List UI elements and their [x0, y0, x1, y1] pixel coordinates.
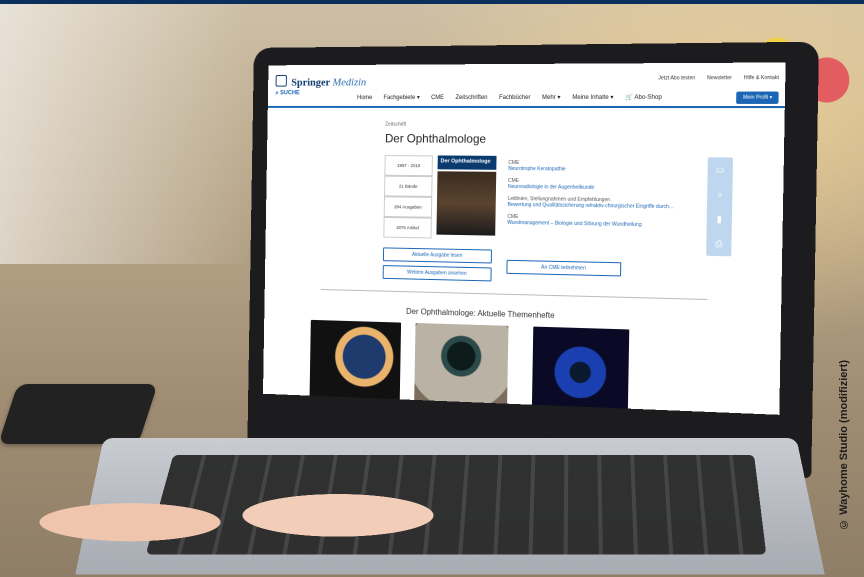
journal-kicker: Zeitschrift [385, 122, 406, 128]
divider [321, 289, 708, 300]
bookmark-icon[interactable]: ▮ [707, 207, 733, 232]
profile-button[interactable]: Mein Profil ▾ [737, 92, 779, 104]
journal-title: Der Ophthalmologe [385, 132, 486, 146]
photo-credit: © Wayhome Studio (modifiziert) [838, 360, 850, 530]
hands [0, 440, 520, 577]
article-list: CME Neurotrophe Keratopathie CME Neurora… [507, 160, 712, 235]
issue-thumbnail[interactable] [310, 320, 402, 401]
article-title[interactable]: Bewertung und Qualitätssicherung refrakt… [508, 202, 712, 211]
document-icon[interactable]: ▭ [707, 157, 733, 182]
nav-cme[interactable]: CME [431, 95, 444, 101]
nav-abo-shop[interactable]: 🛒 Abo-Shop [625, 95, 662, 101]
top-link-help[interactable]: Hilfe & Kontakt [744, 75, 779, 81]
nav-home[interactable]: Home [357, 95, 372, 101]
nav-mehr[interactable]: Mehr ▾ [542, 95, 561, 101]
stat-volumes: 21 Bände [384, 176, 433, 197]
nav-meine-inhalte[interactable]: Meine Inhalte ▾ [572, 95, 613, 101]
search-toggle[interactable]: ⌕ SUCHE [275, 90, 299, 97]
list-item[interactable]: Leitlinien, Stellungnahmen und Empfehlun… [508, 196, 712, 211]
side-toolbar: ▭ ⌕ ▮ ⎙ [706, 157, 733, 256]
main-nav: Home Fachgebiete ▾ CME Zeitschriften Fac… [357, 94, 672, 101]
more-issues-button[interactable]: Weitere Ausgaben ansehen [383, 265, 492, 281]
article-title[interactable]: Neurotrophe Keratopathie [508, 166, 712, 174]
search-label: SUCHE [280, 90, 300, 96]
stat-articles: 4076 Artikel [383, 217, 432, 239]
list-item[interactable]: CME Neuroradiologie in der Augenheilkund… [508, 178, 712, 192]
brand-sub: Medizin [333, 77, 367, 89]
laptop-screen: Springer Medizin Jetzt Abo testen Newsle… [263, 62, 786, 414]
search-icon[interactable]: ⌕ [707, 182, 733, 207]
nav-fachbuecher[interactable]: Fachbücher [499, 95, 531, 101]
window-light [0, 4, 250, 264]
stat-years: 1997 - 2018 [384, 155, 433, 176]
article-title[interactable]: Neuroradiologie in der Augenheilkunde [508, 184, 712, 192]
print-icon[interactable]: ⎙ [706, 231, 732, 256]
journal-cover[interactable] [436, 155, 496, 235]
springer-horse-icon [276, 75, 287, 87]
top-link-newsletter[interactable]: Newsletter [707, 75, 732, 81]
brand-logo[interactable]: Springer Medizin [276, 75, 367, 89]
top-link-trial[interactable]: Jetzt Abo testen [658, 75, 695, 81]
stat-issues: 284 Ausgaben [384, 196, 433, 217]
top-links: Jetzt Abo testen Newsletter Hilfe & Kont… [648, 75, 779, 82]
list-item[interactable]: CME Wundmanagement – Biologie und Störun… [507, 214, 711, 229]
nav-zeitschriften[interactable]: Zeitschriften [455, 95, 487, 101]
nav-fachgebiete[interactable]: Fachgebiete ▾ [383, 95, 419, 101]
issue-thumbnail[interactable] [532, 327, 629, 411]
cover-title: Der Ophthalmologe [441, 158, 491, 164]
issue-thumbnail[interactable] [414, 323, 508, 406]
cme-button[interactable]: An CME teilnehmen [506, 260, 621, 277]
current-issue-button[interactable]: Aktuelle Ausgabe lesen [383, 247, 492, 263]
smartphone [0, 384, 158, 444]
list-item[interactable]: CME Neurotrophe Keratopathie [508, 160, 712, 174]
section-title: Der Ophthalmologe: Aktuelle Themenhefte [406, 307, 555, 320]
journal-stats: 1997 - 2018 21 Bände 284 Ausgaben 4076 A… [383, 155, 433, 238]
brand-name: Springer [291, 77, 330, 89]
